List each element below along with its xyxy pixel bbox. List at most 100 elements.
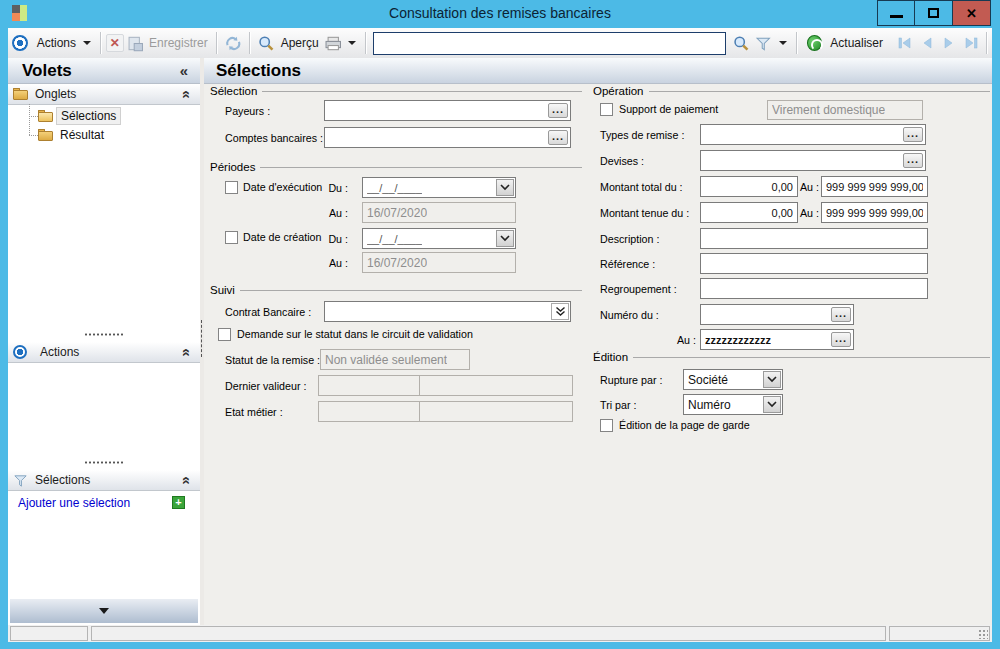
nav-prev-icon[interactable]	[920, 36, 934, 50]
preview-icon[interactable]	[258, 35, 275, 52]
status-cell-1	[10, 626, 88, 641]
section-actions[interactable]: Actions «	[8, 342, 200, 363]
types-remise-label: Types de remise :	[600, 124, 684, 145]
chevron-down-icon[interactable]	[763, 396, 781, 413]
section-selections[interactable]: Sélections «	[8, 470, 200, 491]
regroupement-input[interactable]	[700, 278, 928, 299]
demande-statut-label: Demande sur le statut dans le circuit de…	[237, 328, 473, 341]
chevron-down-icon[interactable]	[496, 179, 514, 196]
collapse-onglets-icon[interactable]: «	[178, 90, 195, 98]
group-operation: Opération	[593, 84, 990, 98]
chevron-down-icon	[99, 608, 109, 614]
du-crea-label: Du :	[320, 228, 348, 249]
splitter-handle[interactable]	[84, 333, 124, 336]
date-execution-checkbox[interactable]	[225, 181, 238, 194]
payeurs-input[interactable]	[324, 100, 571, 121]
tree-item-resultat[interactable]: Résultat	[38, 126, 108, 144]
minimize-button[interactable]	[877, 0, 915, 26]
page-garde-label: Édition de la page de garde	[619, 419, 750, 432]
splitter-drag-indicator	[201, 320, 202, 357]
collapse-sidebar-icon[interactable]: «	[180, 62, 188, 79]
numero-label: Numéro du :	[600, 304, 659, 325]
filter-caret-icon[interactable]	[779, 41, 787, 45]
montant-tenue-max-input[interactable]: 999 999 999 999,00	[821, 202, 928, 223]
description-input[interactable]	[700, 228, 928, 249]
date-creation-checkbox[interactable]	[225, 231, 238, 244]
valideur-input-2	[419, 375, 573, 396]
nav-last-icon[interactable]	[964, 36, 978, 50]
collapse-selections-icon[interactable]: «	[178, 476, 195, 484]
devises-input[interactable]	[700, 150, 926, 171]
preview-button[interactable]: Aperçu	[278, 36, 322, 50]
refresh-green-icon[interactable]	[807, 35, 823, 51]
add-selection-link[interactable]: Ajouter une sélection	[18, 496, 130, 510]
montant-total-au-label: Au :	[799, 176, 819, 197]
numero-au-input[interactable]: zzzzzzzzzzzz	[700, 329, 854, 350]
actions-caret-icon	[83, 41, 91, 45]
contrat-combo[interactable]	[324, 301, 571, 322]
close-button[interactable]: ✕	[953, 0, 991, 26]
comptes-browse-button[interactable]	[548, 130, 568, 145]
group-periodes: Périodes	[210, 160, 582, 174]
filter-section-icon	[13, 473, 28, 488]
statut-label: Statut de la remise :	[225, 349, 320, 370]
nav-next-icon[interactable]	[942, 36, 956, 50]
numero-au-browse-button[interactable]	[831, 332, 851, 347]
du-creation-combo[interactable]: __/__/____	[362, 228, 516, 249]
section-actions-label: Actions	[40, 345, 79, 359]
reference-input[interactable]	[700, 253, 928, 274]
filter-icon[interactable]	[755, 35, 772, 52]
tree-item-selections[interactable]: Sélections	[38, 107, 121, 125]
du-execution-combo[interactable]: __/__/____	[362, 177, 516, 198]
reference-label: Référence :	[600, 253, 655, 274]
toolbar: Actions ✕ Enregistrer Aperçu Actualiser	[8, 28, 992, 58]
add-selection-icon[interactable]: +	[172, 496, 185, 509]
tri-combo[interactable]: Numéro	[683, 394, 783, 415]
numero-du-browse-button[interactable]	[831, 307, 851, 322]
sidebar-collapse-bar[interactable]	[10, 599, 198, 623]
montant-tenue-min-input[interactable]: 0,00	[700, 202, 798, 223]
resize-grip[interactable]	[978, 629, 988, 639]
rupture-combo[interactable]: Société	[683, 369, 783, 390]
payeurs-browse-button[interactable]	[548, 103, 568, 118]
montant-tenue-au-label: Au :	[799, 202, 819, 223]
page-title: Sélections	[204, 61, 301, 81]
types-browse-button[interactable]	[903, 127, 923, 142]
au-execution-input: 16/07/2020	[362, 202, 516, 223]
actions-icon[interactable]	[12, 35, 28, 51]
etat-input-1	[318, 401, 420, 422]
save-icon	[127, 35, 144, 52]
nav-first-icon[interactable]	[898, 36, 912, 50]
montant-total-min-input[interactable]: 0,00	[700, 176, 798, 197]
splitter-handle[interactable]	[84, 461, 124, 464]
open-folder-icon	[38, 110, 53, 122]
save-button[interactable]: Enregistrer	[146, 36, 211, 50]
numero-du-input[interactable]	[700, 304, 854, 325]
comptes-input[interactable]	[324, 127, 571, 148]
sidebar-title: Volets	[8, 61, 72, 81]
date-creation-label: Date de création	[243, 231, 321, 244]
support-paiement-checkbox[interactable]	[600, 103, 613, 116]
devises-browse-button[interactable]	[903, 153, 923, 168]
double-chevron-down-icon[interactable]	[551, 303, 569, 320]
maximize-button[interactable]	[915, 0, 953, 26]
collapse-actions-icon[interactable]: «	[178, 348, 195, 356]
selections-form: Sélection Payeurs : Comptes bancaires : …	[204, 84, 992, 625]
section-onglets[interactable]: Onglets «	[8, 84, 200, 105]
types-remise-input[interactable]	[700, 124, 926, 145]
print-icon[interactable]	[325, 35, 342, 52]
chevron-down-icon[interactable]	[763, 371, 781, 388]
page-garde-checkbox[interactable]	[600, 419, 613, 432]
refresh-icon[interactable]	[225, 35, 242, 52]
demande-statut-checkbox[interactable]	[218, 328, 231, 341]
search-icon[interactable]	[733, 35, 750, 52]
search-input[interactable]	[373, 32, 726, 55]
actions-menu[interactable]: Actions	[34, 36, 79, 50]
refresh-button[interactable]: Actualiser	[827, 36, 886, 50]
print-caret-icon[interactable]	[348, 41, 356, 45]
chevron-down-icon[interactable]	[496, 230, 514, 247]
delete-icon[interactable]: ✕	[106, 34, 124, 52]
section-selections-label: Sélections	[35, 473, 90, 487]
etat-label: Etat métier :	[225, 401, 283, 422]
montant-total-max-input[interactable]: 999 999 999 999,00	[821, 176, 928, 197]
